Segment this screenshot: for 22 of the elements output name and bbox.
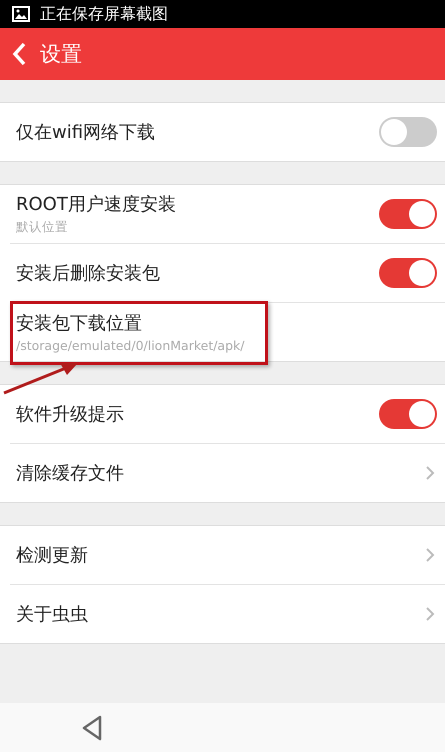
setting-label: 关于虫虫 [16, 603, 89, 626]
setting-label: 安装包下载位置 [16, 312, 143, 335]
page-title: 设置 [40, 41, 82, 68]
toggle-switch[interactable] [379, 399, 437, 429]
back-icon[interactable] [80, 714, 104, 740]
toggle-switch[interactable] [379, 258, 437, 288]
setting-label: 仅在wifi网络下载 [16, 121, 156, 144]
chevron-icon [425, 547, 435, 563]
setting-label: 软件升级提示 [16, 403, 125, 426]
back-icon[interactable] [12, 42, 26, 66]
setting-label: 安装后删除安装包 [16, 262, 161, 285]
chevron-icon [425, 465, 435, 481]
setting-label: ROOT用户速度安装 [16, 193, 177, 216]
toggle-switch[interactable] [379, 199, 437, 229]
notification-text: 正在保存屏幕截图 [40, 4, 168, 24]
setting-subtitle: /storage/emulated/0/lionMarket/apk/ [16, 338, 246, 353]
image-icon [12, 6, 30, 22]
setting-label: 检测更新 [16, 544, 89, 567]
toggle-switch[interactable] [379, 117, 437, 147]
setting-subtitle: 默认位置 [16, 219, 69, 236]
chevron-icon [425, 606, 435, 622]
setting-label: 清除缓存文件 [16, 462, 125, 485]
